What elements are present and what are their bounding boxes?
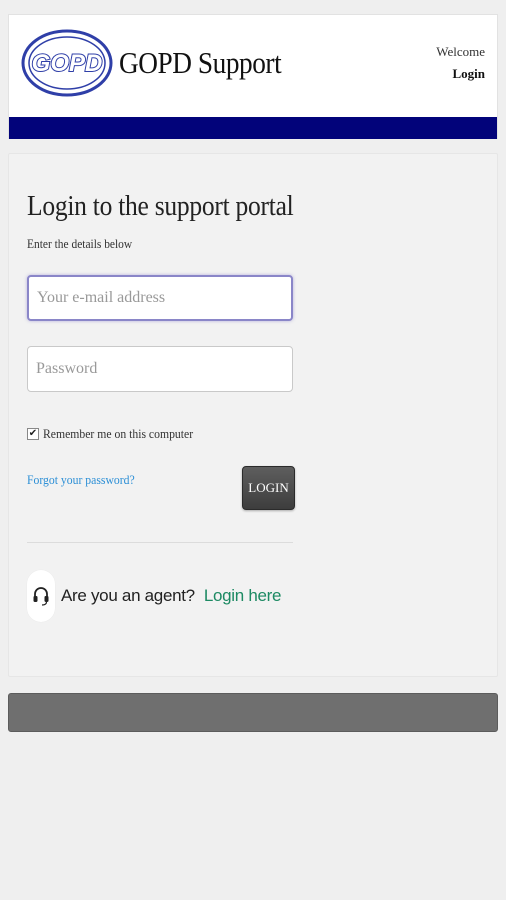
email-field[interactable] [27,275,293,321]
gopd-logo[interactable]: GOPD [21,29,113,97]
agent-login-link[interactable]: Login here [204,586,282,606]
header-color-bar [9,117,497,139]
agent-question: Are you an agent? [61,586,195,605]
welcome-text: Welcome [436,44,485,59]
headset-icon [27,570,55,622]
site-header: GOPD GOPD Support Welcome Login [8,14,498,139]
header-login-link[interactable]: Login [436,63,485,85]
svg-text:GOPD: GOPD [32,50,103,77]
login-card: Login to the support portal Enter the de… [8,153,498,677]
page-subtitle: Enter the details below [27,236,133,251]
login-button[interactable]: LOGIN [242,466,295,510]
page-title: Login to the support portal [27,190,294,222]
forgot-password-link[interactable]: Forgot your password? [27,472,135,488]
remember-me[interactable]: ✔ Remember me on this computer [27,426,210,442]
divider [27,542,293,543]
site-title: GOPD Support [119,45,282,80]
top-links: Welcome Login [436,41,485,85]
agent-login-row: Are you an agent? Login here [27,570,281,622]
password-field[interactable] [27,346,293,392]
remember-label: Remember me on this computer [43,426,194,441]
remember-checkbox[interactable]: ✔ [27,428,39,440]
footer-bar [8,693,498,732]
